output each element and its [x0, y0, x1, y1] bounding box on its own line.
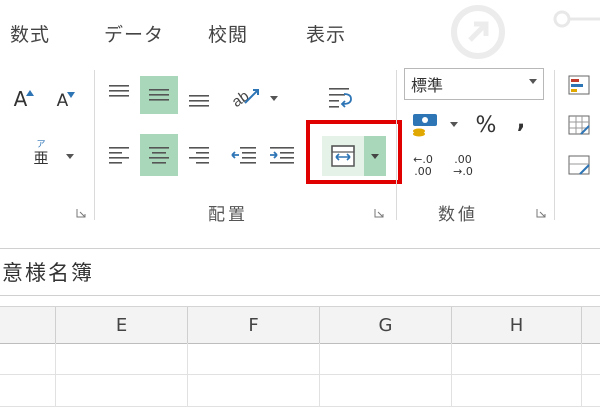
column-header-partial[interactable] [0, 307, 56, 343]
cell[interactable] [320, 343, 452, 375]
highlight-box [306, 120, 402, 184]
phonetic-button[interactable]: ア 亜 [26, 134, 56, 172]
cell[interactable] [0, 375, 56, 407]
align-left-icon [109, 147, 129, 164]
number-format-select[interactable]: 標準 [404, 68, 544, 100]
cell[interactable] [56, 343, 188, 375]
align-left-button[interactable] [102, 136, 136, 174]
top-align-button[interactable] [102, 76, 136, 110]
cell[interactable] [188, 375, 320, 407]
increase-indent-icon [270, 147, 294, 164]
cell-styles-icon [568, 155, 590, 175]
currency-icon [413, 114, 437, 137]
group-divider [554, 70, 555, 220]
conditional-formatting-button[interactable] [564, 70, 594, 100]
table-row [0, 343, 600, 375]
top-align-icon [109, 85, 129, 97]
orientation-dropdown-icon[interactable] [270, 96, 278, 101]
middle-align-icon [149, 89, 169, 101]
shrink-font-button[interactable]: A [50, 84, 82, 118]
column-header-e[interactable]: E [56, 307, 188, 343]
tab-view[interactable]: 表示 [306, 20, 346, 47]
number-group-label: 数値 [438, 205, 478, 225]
column-header-h[interactable]: H [452, 307, 582, 343]
group-divider [94, 70, 95, 220]
phonetic-label: 亜 [33, 148, 49, 167]
increase-decimal-button[interactable]: ←.0 .00 [406, 148, 440, 184]
cell[interactable] [0, 343, 56, 375]
column-header-g[interactable]: G [320, 307, 452, 343]
number-format-value: 標準 [411, 76, 444, 95]
cell[interactable] [320, 375, 452, 407]
alignment-dialog-launcher-icon[interactable] [374, 208, 384, 218]
align-right-icon [189, 147, 209, 164]
tab-data[interactable]: データ [104, 20, 164, 47]
cell[interactable] [56, 375, 188, 407]
caret-down-icon [67, 92, 76, 98]
decrease-indent-icon [231, 147, 256, 164]
text-orientation-icon: ab [229, 87, 259, 109]
grow-font-label: A [13, 87, 28, 111]
increase-indent-button[interactable] [264, 136, 300, 174]
table-format-icon [568, 115, 590, 135]
middle-align-button[interactable] [140, 76, 178, 114]
decrease-indent-button[interactable] [226, 136, 262, 174]
column-header-row: E F G H [0, 306, 600, 344]
ribbon-home: A A ア 亜 ab 配置 標準 % , ←.0 .00 .00 →.0 数値 [0, 62, 600, 232]
orientation-button[interactable]: ab [226, 78, 266, 112]
key-watermark-icon [553, 10, 600, 28]
font-dialog-launcher-icon[interactable] [76, 208, 86, 218]
bottom-align-button[interactable] [182, 80, 216, 114]
percent-style-button[interactable]: % [470, 108, 502, 142]
column-header-f[interactable]: F [188, 307, 320, 343]
table-row [0, 375, 600, 407]
phonetic-dropdown-icon[interactable] [66, 154, 74, 159]
cell[interactable] [452, 343, 582, 375]
wrap-text-button[interactable] [318, 76, 362, 120]
cell[interactable] [452, 375, 582, 407]
bottom-align-icon [189, 95, 209, 107]
caret-up-icon [26, 90, 35, 96]
format-as-table-button[interactable] [564, 110, 594, 140]
decrease-decimal-button[interactable]: .00 →.0 [446, 148, 480, 184]
align-right-button[interactable] [182, 136, 216, 174]
tab-formulas[interactable]: 数式 [10, 20, 50, 47]
comma-style-button[interactable]: , [510, 104, 532, 138]
ribbon-tab-bar: 数式 データ 校閲 表示 [0, 0, 600, 62]
cell[interactable] [188, 343, 320, 375]
number-dialog-launcher-icon[interactable] [536, 208, 546, 218]
accounting-dropdown-icon[interactable] [450, 122, 458, 127]
accounting-format-button[interactable] [406, 106, 446, 142]
formula-bar-content[interactable]: 意様名簿 [2, 257, 94, 287]
tab-review[interactable]: 校閲 [208, 20, 248, 47]
alignment-group-label: 配置 [208, 205, 248, 225]
increase-decimal-bottom: .00 [414, 165, 432, 178]
formula-bar[interactable]: 意様名簿 [0, 248, 600, 296]
wrap-text-icon [329, 88, 352, 108]
grow-font-button[interactable]: A [8, 82, 40, 116]
watermark-circle-icon [451, 5, 505, 59]
align-center-icon [149, 147, 169, 164]
conditional-format-icon [568, 75, 590, 95]
align-center-button[interactable] [140, 134, 178, 176]
group-divider [396, 70, 397, 220]
decrease-decimal-bottom: →.0 [453, 165, 473, 178]
chevron-down-icon [529, 79, 537, 84]
cell-styles-button[interactable] [564, 150, 594, 180]
